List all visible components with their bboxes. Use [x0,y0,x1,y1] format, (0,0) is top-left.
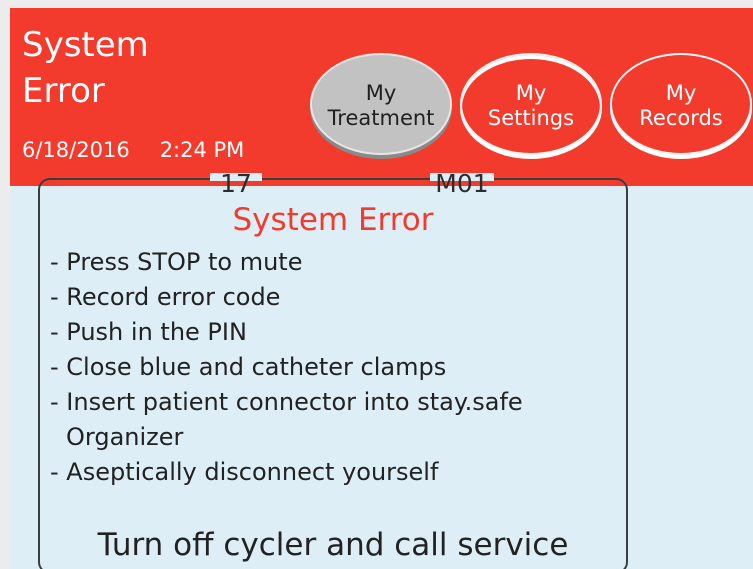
instruction-item: - Aseptically disconnect yourself [50,458,439,486]
date-text: 6/18/2016 [22,138,130,162]
instruction-item: - Close blue and catheter clamps [50,353,447,381]
screen-title-line: System [22,25,149,65]
final-instruction: Turn off cycler and call service [97,527,569,563]
top-border [0,0,753,8]
instruction-item: - Push in the PIN [50,318,247,346]
tab-label-line: Treatment [327,106,435,130]
error-code-id: M01 [435,169,489,198]
my-treatment-tab[interactable]: My Treatment [310,53,452,155]
screen-title: System Error [22,22,149,114]
time-text: 2:24 PM [159,138,245,162]
tab-label-line: My [365,81,397,105]
screen-title-line: Error [22,71,105,111]
instruction-item: - Insert patient connector into stay.saf… [50,388,523,416]
tab-label-line: My [665,81,697,105]
error-title: System Error [232,202,434,238]
navigation-tabs: My Treatment My Settings My Records [310,53,753,167]
instruction-item: - Press STOP to mute [50,248,303,276]
error-code-number: 17 [220,169,252,198]
my-records-tab[interactable]: My Records [610,53,752,155]
my-settings-tab[interactable]: My Settings [460,53,602,155]
instruction-item: - Record error code [50,283,281,311]
instruction-item: Organizer [66,423,184,451]
left-border [0,0,10,569]
device-screen: System Error 6/18/2016 2:24 PM My Treatme… [10,8,753,569]
tab-label-line: Records [639,106,723,130]
date-time: 6/18/2016 2:24 PM [22,137,244,163]
tab-label-line: Settings [487,106,575,130]
error-instructions: - Press STOP to mute - Record error code… [50,245,590,490]
status-header: System Error 6/18/2016 2:24 PM My Treatme… [10,8,753,186]
tab-label-line: My [515,81,547,105]
